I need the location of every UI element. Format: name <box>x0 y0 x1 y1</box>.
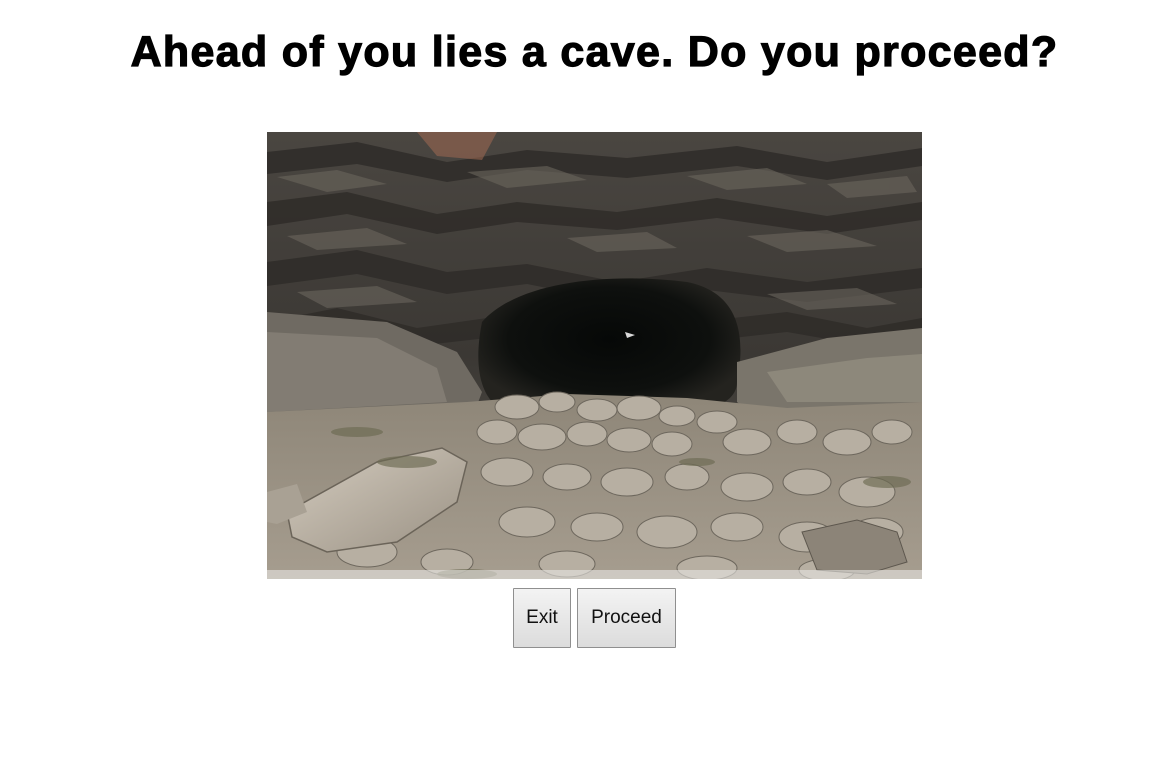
choice-buttons: Exit Proceed <box>513 588 676 648</box>
scene-prompt: Ahead of you lies a cave. Do you proceed… <box>130 27 1059 76</box>
exit-button[interactable]: Exit <box>513 588 571 648</box>
proceed-button[interactable]: Proceed <box>577 588 676 648</box>
cave-scene-image <box>267 132 922 579</box>
